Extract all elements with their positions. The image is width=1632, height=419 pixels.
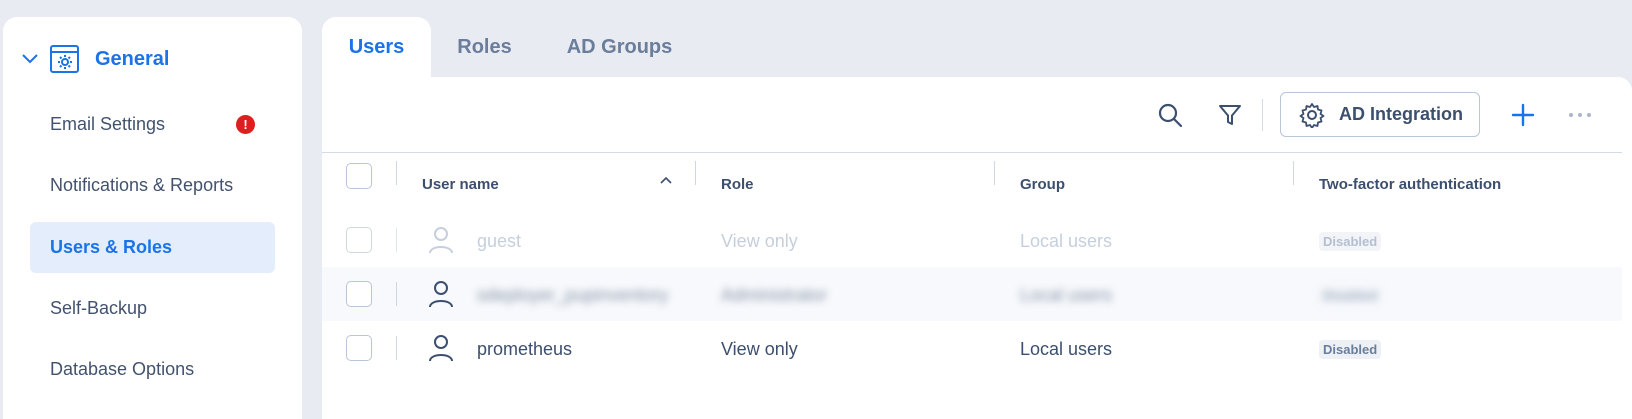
toolbar-divider xyxy=(1262,99,1263,131)
row-checkbox[interactable] xyxy=(346,281,372,307)
two-factor-status-badge: Disabled xyxy=(1319,340,1382,359)
column-separator xyxy=(1293,161,1294,185)
sidebar-item-label: Notifications & Reports xyxy=(50,175,234,195)
toolbar-divider-line xyxy=(322,152,1622,153)
column-separator xyxy=(396,161,397,185)
row-checkbox[interactable] xyxy=(346,227,372,253)
column-header-role[interactable]: Role xyxy=(721,176,754,193)
sidebar-item-label: Database Options xyxy=(50,359,195,379)
search-button[interactable] xyxy=(1152,97,1188,133)
table-row[interactable]: sdeployer_pupinventory Administrator Loc… xyxy=(322,267,1622,321)
section-title: General xyxy=(95,47,170,70)
gear-icon xyxy=(1299,102,1325,128)
group-cell: Local users xyxy=(1020,285,1113,305)
username-cell[interactable]: sdeployer_pupinventory xyxy=(477,285,668,306)
username-cell[interactable]: guest xyxy=(477,231,521,252)
column-separator xyxy=(396,282,397,306)
sidebar-item-label: Users & Roles xyxy=(50,237,173,257)
sort-ascending-icon[interactable] xyxy=(660,171,672,189)
more-options-button[interactable] xyxy=(1562,97,1598,133)
filter-button[interactable] xyxy=(1212,97,1248,133)
group-cell: Local users xyxy=(1020,231,1113,251)
tab-label: Users xyxy=(348,35,405,58)
column-header-two-factor[interactable]: Two-factor authentication xyxy=(1319,176,1501,193)
filter-icon xyxy=(1219,105,1241,125)
plus-icon xyxy=(1511,103,1535,127)
warning-badge-icon: ! xyxy=(236,115,255,134)
group-cell: Local users xyxy=(1020,339,1113,359)
sidebar-item-label: Email Settings xyxy=(50,114,166,134)
settings-sidebar: General Email Settings ! Notifications &… xyxy=(3,17,302,419)
column-separator xyxy=(396,228,397,252)
two-factor-status-badge: Disabled xyxy=(1319,232,1382,251)
chevron-down-icon xyxy=(21,50,39,68)
user-icon xyxy=(429,281,453,308)
column-header-group[interactable]: Group xyxy=(1020,176,1065,193)
user-icon xyxy=(429,335,453,362)
select-all-checkbox[interactable] xyxy=(346,163,372,189)
column-separator xyxy=(396,336,397,360)
role-cell: View only xyxy=(721,231,798,251)
search-icon xyxy=(1158,103,1183,128)
two-factor-status-badge: Disabled xyxy=(1319,286,1382,305)
sidebar-item-self-backup[interactable]: Self-Backup xyxy=(30,283,275,334)
column-separator xyxy=(994,161,995,185)
tab-users[interactable]: Users xyxy=(322,17,431,77)
ad-integration-label: AD Integration xyxy=(1339,104,1463,124)
settings-window-icon xyxy=(49,43,81,75)
more-icon xyxy=(1569,113,1591,117)
sidebar-item-label: Self-Backup xyxy=(50,298,148,318)
column-header-username[interactable]: User name xyxy=(422,176,499,193)
general-section-header[interactable]: General xyxy=(21,40,169,78)
sidebar-item-database-options[interactable]: Database Options xyxy=(30,344,275,395)
tab-label: Roles xyxy=(457,35,512,58)
ad-integration-button[interactable]: AD Integration xyxy=(1280,92,1480,137)
table-row[interactable]: prometheus View only Local users Disable… xyxy=(322,321,1622,375)
username-cell[interactable]: prometheus xyxy=(477,339,572,360)
sidebar-item-users-roles[interactable]: Users & Roles xyxy=(30,222,275,273)
role-cell: Administrator xyxy=(721,285,828,305)
users-panel: AD Integration User name Role Group Two-… xyxy=(322,77,1632,419)
add-user-button[interactable] xyxy=(1505,97,1541,133)
user-icon xyxy=(429,227,453,254)
tab-ad-groups[interactable]: AD Groups xyxy=(552,17,687,77)
sidebar-item-email-settings[interactable]: Email Settings ! xyxy=(30,99,275,150)
table-row[interactable]: guest View only Local users Disabled xyxy=(322,213,1622,267)
tab-label: AD Groups xyxy=(566,35,673,58)
column-separator xyxy=(695,161,696,185)
sidebar-item-notifications-reports[interactable]: Notifications & Reports xyxy=(30,160,275,211)
tab-roles[interactable]: Roles xyxy=(442,17,527,77)
role-cell: View only xyxy=(721,339,798,359)
row-checkbox[interactable] xyxy=(346,335,372,361)
